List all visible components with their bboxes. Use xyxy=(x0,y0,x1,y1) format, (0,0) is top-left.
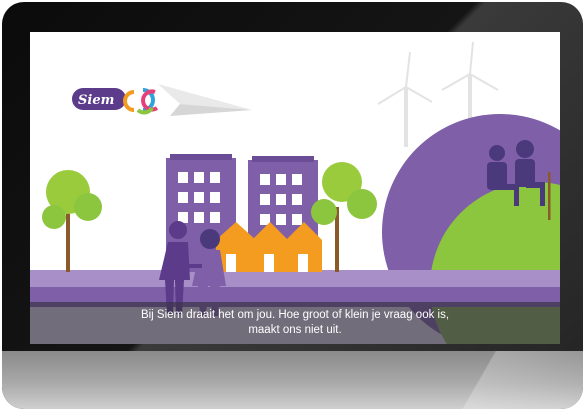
subtitle-line-2: maakt ons niet uit. xyxy=(248,324,342,336)
svg-text:Siem: Siem xyxy=(78,93,114,108)
monitor-chin xyxy=(2,351,583,409)
paper-plane-icon xyxy=(158,84,252,116)
row-houses xyxy=(216,222,322,272)
video-screen[interactable]: Siem Bij Siem draait het om jou. Hoe gro… xyxy=(30,32,560,344)
animation-scene: Siem xyxy=(30,41,560,344)
siem-logo: Siem xyxy=(72,88,159,115)
subtitle-line-1: Bij Siem draait het om jou. Hoe groot of… xyxy=(140,309,450,321)
monitor-frame: Siem Bij Siem draait het om jou. Hoe gro… xyxy=(2,2,583,409)
tree-left xyxy=(42,170,102,272)
subtitle-bar: Bij Siem draait het om jou. Hoe groot of… xyxy=(30,302,560,344)
